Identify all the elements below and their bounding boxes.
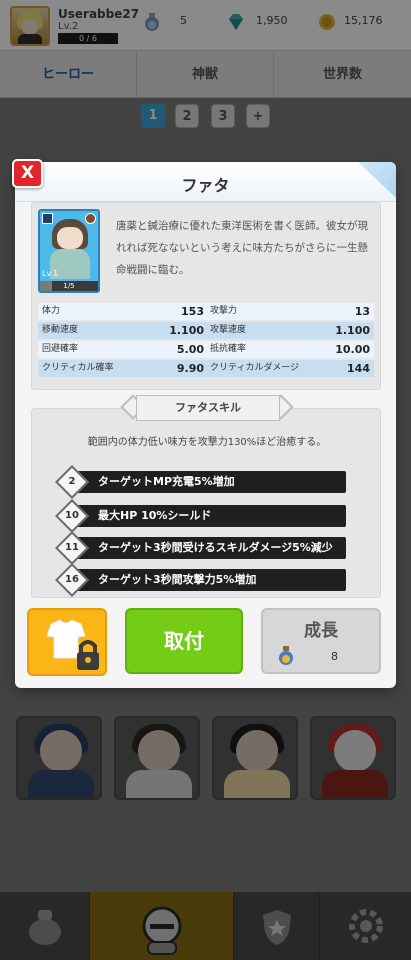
skill-upgrade-row: 16 ターゲット3秒間攻撃力5%増加: [55, 563, 346, 597]
skill-upgrade-text: ターゲット3秒間受けるスキルダメージ5%減少: [98, 541, 333, 554]
stat-value: 10.00: [335, 343, 370, 356]
skill-upgrade-row: 10 最大HP 10%シールド: [55, 499, 346, 533]
skill-upgrade-row: 2 ターゲットMP充電5%増加: [55, 465, 346, 499]
hero-level: Lv.1: [42, 269, 59, 278]
close-button[interactable]: X: [12, 159, 43, 188]
stat-label: 回避確率: [42, 344, 79, 354]
modal-header: ファタ: [15, 162, 396, 202]
skill-upgrade-text: ターゲット3秒間攻撃力5%増加: [98, 573, 257, 586]
stat-row: 体力 153 攻撃力 13: [38, 303, 374, 320]
hero-info-panel: Lv.1 1/5 唐薬と鍼治療に優れた東洋医術を書く医師。彼女が現れれば死なない…: [31, 202, 381, 390]
skill-level-badge: 16: [55, 563, 89, 597]
element-icon: [85, 213, 96, 224]
stat-label: 攻撃速度: [210, 325, 247, 335]
skill-upgrade-text: ターゲットMP充電5%増加: [98, 475, 235, 488]
grow-cost: 8: [331, 650, 338, 663]
outfit-button[interactable]: [27, 608, 107, 676]
grow-label: 成長: [304, 621, 338, 641]
stat-label: 体力: [42, 306, 61, 316]
stat-label: クリティカル確率: [42, 363, 114, 373]
skill-upgrade-row: 11 ターゲット3秒間受けるスキルダメージ5%減少: [55, 531, 346, 565]
stat-label: 攻撃力: [210, 306, 238, 316]
fragment-count: 1/5: [63, 282, 75, 290]
potion-icon: [279, 646, 293, 665]
hero-description: 唐薬と鍼治療に優れた東洋医術を書く医師。彼女が現れれば死なないという考えに味方た…: [116, 220, 368, 276]
skill-level-badge: 2: [55, 465, 89, 499]
stat-value: 13: [354, 305, 370, 318]
stat-value: 9.90: [176, 362, 204, 375]
skill-level-badge: 10: [55, 499, 89, 533]
hero-portrait: Lv.1 1/5: [38, 209, 100, 293]
stat-label: 抵抗確率: [210, 344, 247, 354]
equip-button[interactable]: 取付: [125, 608, 243, 674]
fragment-bar: 1/5: [40, 281, 98, 291]
stat-row: クリティカル確率 9.90 クリティカルダメージ 144: [38, 360, 374, 377]
stat-value: 153: [181, 305, 204, 318]
skill-panel: ファタスキル 範囲内の体力低い味方を攻撃力130%ほど治癒する。 2 ターゲット…: [31, 394, 381, 598]
stat-value: 5.00: [176, 343, 204, 356]
tshirt-lock-icon: [46, 619, 99, 670]
skill-upgrade-text: 最大HP 10%シールド: [98, 509, 212, 522]
rank-badge-icon: [42, 213, 53, 224]
skill-title: ファタスキル: [136, 395, 280, 421]
skill-level-badge: 11: [55, 531, 89, 565]
stat-row: 回避確率 5.00 抵抗確率 10.00: [38, 341, 374, 358]
stat-value: 1.100: [169, 324, 204, 337]
stat-value: 144: [347, 362, 370, 375]
stat-row: 移動速度 1.100 攻撃速度 1.100: [38, 322, 374, 339]
hero-detail-modal: ファタ X Lv.1 1/5 唐薬と鍼治療に優れた東洋医術を書く医師。彼女が現れ…: [12, 159, 396, 688]
stat-value: 1.100: [335, 324, 370, 337]
stat-label: クリティカルダメージ: [210, 363, 300, 373]
modal-title: ファタ: [181, 176, 230, 195]
skill-description: 範囲内の体力低い味方を攻撃力130%ほど治癒する。: [87, 437, 327, 448]
stat-label: 移動速度: [42, 325, 79, 335]
grow-button[interactable]: 成長 8: [261, 608, 381, 674]
